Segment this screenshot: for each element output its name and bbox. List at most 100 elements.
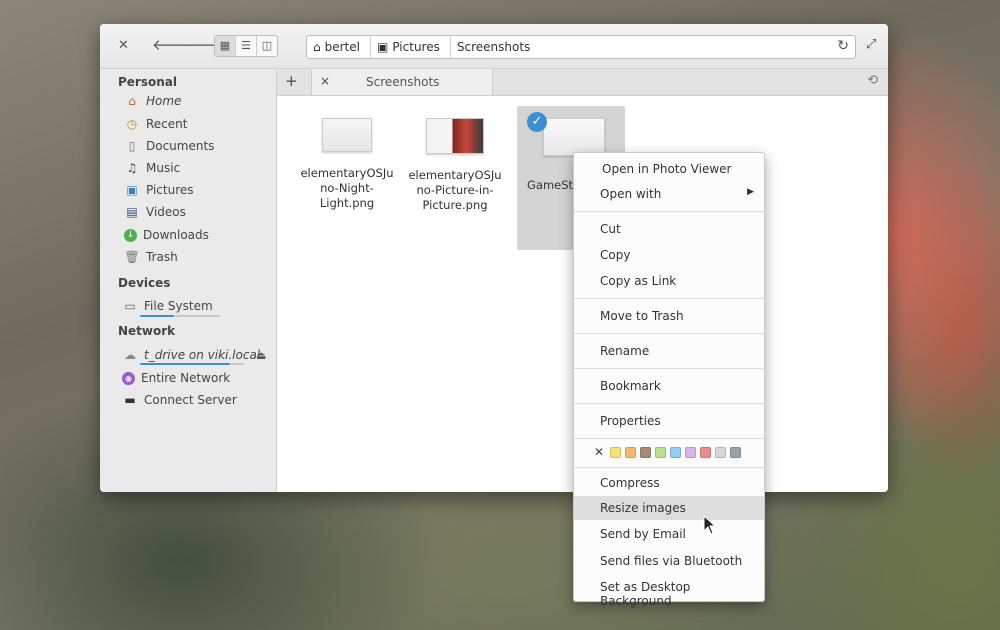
menu-item-resize-images[interactable]: Resize images xyxy=(574,496,764,520)
pictures-folder-icon: ▣ xyxy=(376,40,389,54)
menu-separator xyxy=(574,298,764,299)
list-view-icon[interactable]: ☰ xyxy=(236,36,257,56)
color-tag-red[interactable] xyxy=(700,446,712,458)
sidebar-item-recent[interactable]: ◷ Recent xyxy=(124,114,188,134)
eject-icon[interactable]: ⏏ xyxy=(256,349,266,362)
sidebar-header-devices: Devices xyxy=(118,276,171,290)
sidebar-item-pictures[interactable]: ▣ Pictures xyxy=(124,180,194,200)
color-tag-green[interactable] xyxy=(655,446,667,458)
color-tag-purple[interactable] xyxy=(685,446,697,458)
path-bar[interactable]: ⌂ bertel ▣ Pictures Screenshots ↻ xyxy=(306,35,856,59)
documents-icon: ▯ xyxy=(128,139,136,153)
file-thumbnail xyxy=(322,118,372,152)
sidebar-item-label: Trash xyxy=(146,250,178,264)
checkmark-icon[interactable]: ✓ xyxy=(527,112,547,132)
sidebar-item-connect-server[interactable]: ▬ Connect Server xyxy=(122,390,237,410)
mouse-cursor-icon xyxy=(703,515,717,535)
file-thumbnail xyxy=(543,118,605,156)
sidebar-item-entire-network[interactable]: ◉ Entire Network xyxy=(122,368,230,388)
videos-icon: ▤ xyxy=(126,205,138,219)
file-item[interactable]: elementaryOSJu no-Picture-in- Picture.pn… xyxy=(401,118,509,213)
sidebar-item-documents[interactable]: ▯ Documents xyxy=(124,136,215,156)
storage-free-bar xyxy=(174,315,220,317)
sidebar-item-label: Entire Network xyxy=(141,371,231,385)
server-icon: ▬ xyxy=(124,393,136,407)
sidebar-item-label: Documents xyxy=(146,139,215,153)
menu-item-set-as-desktop-background[interactable]: Set as Desktop Background xyxy=(574,575,764,608)
color-tag-yellow[interactable] xyxy=(610,446,622,458)
breadcrumb-screenshots[interactable]: Screenshots xyxy=(451,36,540,58)
context-menu: Open in Photo Viewer Open with ▶ Cut Copy… xyxy=(573,152,765,608)
sidebar: Personal ⌂ Home ◷ Recent ▯ Documents ♫ M… xyxy=(100,69,277,492)
color-tag-slate[interactable] xyxy=(730,446,742,458)
home-icon: ⌂ xyxy=(313,40,321,54)
music-icon: ♫ xyxy=(126,161,138,175)
menu-item-move-to-trash[interactable]: Move to Trash xyxy=(574,304,764,328)
sidebar-item-videos[interactable]: ▤ Videos xyxy=(124,202,186,222)
sidebar-item-label: Downloads xyxy=(143,228,209,242)
file-item[interactable]: elementaryOSJu no-Night- Light.png xyxy=(293,118,401,211)
maximize-icon[interactable]: ⤢ xyxy=(866,37,876,52)
sidebar-item-home[interactable]: ⌂ Home xyxy=(124,91,181,111)
trash-icon: 🗑 xyxy=(124,250,140,264)
sidebar-header-personal: Personal xyxy=(118,75,177,89)
sidebar-item-t-drive[interactable]: ☁ t_drive on viki.local xyxy=(122,345,260,365)
menu-item-rename[interactable]: Rename xyxy=(574,339,764,363)
menu-separator xyxy=(574,403,764,404)
titlebar: ✕ 🡐 🡒 ▦ ☰ ◫ ⌂ bertel ▣ Pictures Screensh… xyxy=(100,24,888,69)
tab-label: Screenshots xyxy=(366,75,440,89)
tab-screenshots[interactable]: × Screenshots xyxy=(311,69,493,95)
tab-bar: + × Screenshots ⟲ xyxy=(277,69,888,96)
sidebar-header-network: Network xyxy=(118,324,176,338)
sidebar-item-label: Music xyxy=(146,161,181,175)
reload-icon[interactable]: ↻ xyxy=(837,38,849,54)
view-switcher: ▦ ☰ ◫ xyxy=(214,35,278,57)
history-icon[interactable]: ⟲ xyxy=(867,73,878,88)
menu-separator xyxy=(574,211,764,212)
network-free-bar xyxy=(230,363,244,365)
color-tag-brown[interactable] xyxy=(640,446,652,458)
close-tab-icon[interactable]: × xyxy=(320,74,330,88)
sidebar-item-label: Connect Server xyxy=(144,393,237,407)
color-tag-light-gray[interactable] xyxy=(715,446,727,458)
network-icon: ◉ xyxy=(122,371,135,385)
grid-view-icon[interactable]: ▦ xyxy=(215,36,236,56)
column-view-icon[interactable]: ◫ xyxy=(257,36,277,56)
menu-separator xyxy=(574,438,764,439)
add-tab-button[interactable]: + xyxy=(285,72,298,90)
sidebar-item-label: Recent xyxy=(146,117,188,131)
menu-item-properties[interactable]: Properties xyxy=(574,409,764,433)
color-tag-blue[interactable] xyxy=(670,446,682,458)
network-usage-bar xyxy=(140,363,230,365)
file-name: elementaryOSJu no-Picture-in- Picture.pn… xyxy=(408,168,502,212)
menu-item-copy[interactable]: Copy xyxy=(574,243,764,267)
breadcrumb-pictures[interactable]: ▣ Pictures xyxy=(371,36,451,58)
menu-item-open-with[interactable]: Open with ▶ xyxy=(574,182,764,206)
menu-item-copy-as-link[interactable]: Copy as Link xyxy=(574,269,764,293)
menu-item-send-by-email[interactable]: Send by Email xyxy=(574,522,764,546)
breadcrumb-home[interactable]: ⌂ bertel xyxy=(307,36,371,58)
menu-item-send-via-bluetooth[interactable]: Send files via Bluetooth xyxy=(574,549,764,573)
menu-item-open-in-photo-viewer[interactable]: Open in Photo Viewer xyxy=(574,157,764,181)
sidebar-item-music[interactable]: ♫ Music xyxy=(124,158,181,178)
sidebar-item-label: File System xyxy=(144,299,213,313)
clear-color-icon[interactable]: ✕ xyxy=(594,445,604,459)
sidebar-item-file-system[interactable]: ▭ File System xyxy=(122,296,213,316)
menu-item-cut[interactable]: Cut xyxy=(574,217,764,241)
menu-item-bookmark[interactable]: Bookmark xyxy=(574,374,764,398)
file-name: elementaryOSJu no-Night- Light.png xyxy=(300,166,394,210)
sidebar-item-label: Videos xyxy=(146,205,186,219)
pictures-icon: ▣ xyxy=(126,183,138,197)
sidebar-item-downloads[interactable]: ↓ Downloads xyxy=(124,225,209,245)
sidebar-item-label: t_drive on viki.local xyxy=(144,348,261,362)
sidebar-item-trash[interactable]: 🗑 Trash xyxy=(124,247,178,267)
storage-usage-bar xyxy=(140,315,174,317)
close-window-button[interactable]: ✕ xyxy=(118,37,129,55)
color-tag-orange[interactable] xyxy=(625,446,637,458)
downloads-icon: ↓ xyxy=(124,228,137,242)
breadcrumb-label: Screenshots xyxy=(456,40,531,54)
sidebar-item-label: Pictures xyxy=(146,183,194,197)
menu-item-compress[interactable]: Compress xyxy=(574,471,764,495)
menu-separator xyxy=(574,368,764,369)
color-tag-row: ✕ xyxy=(594,445,745,459)
